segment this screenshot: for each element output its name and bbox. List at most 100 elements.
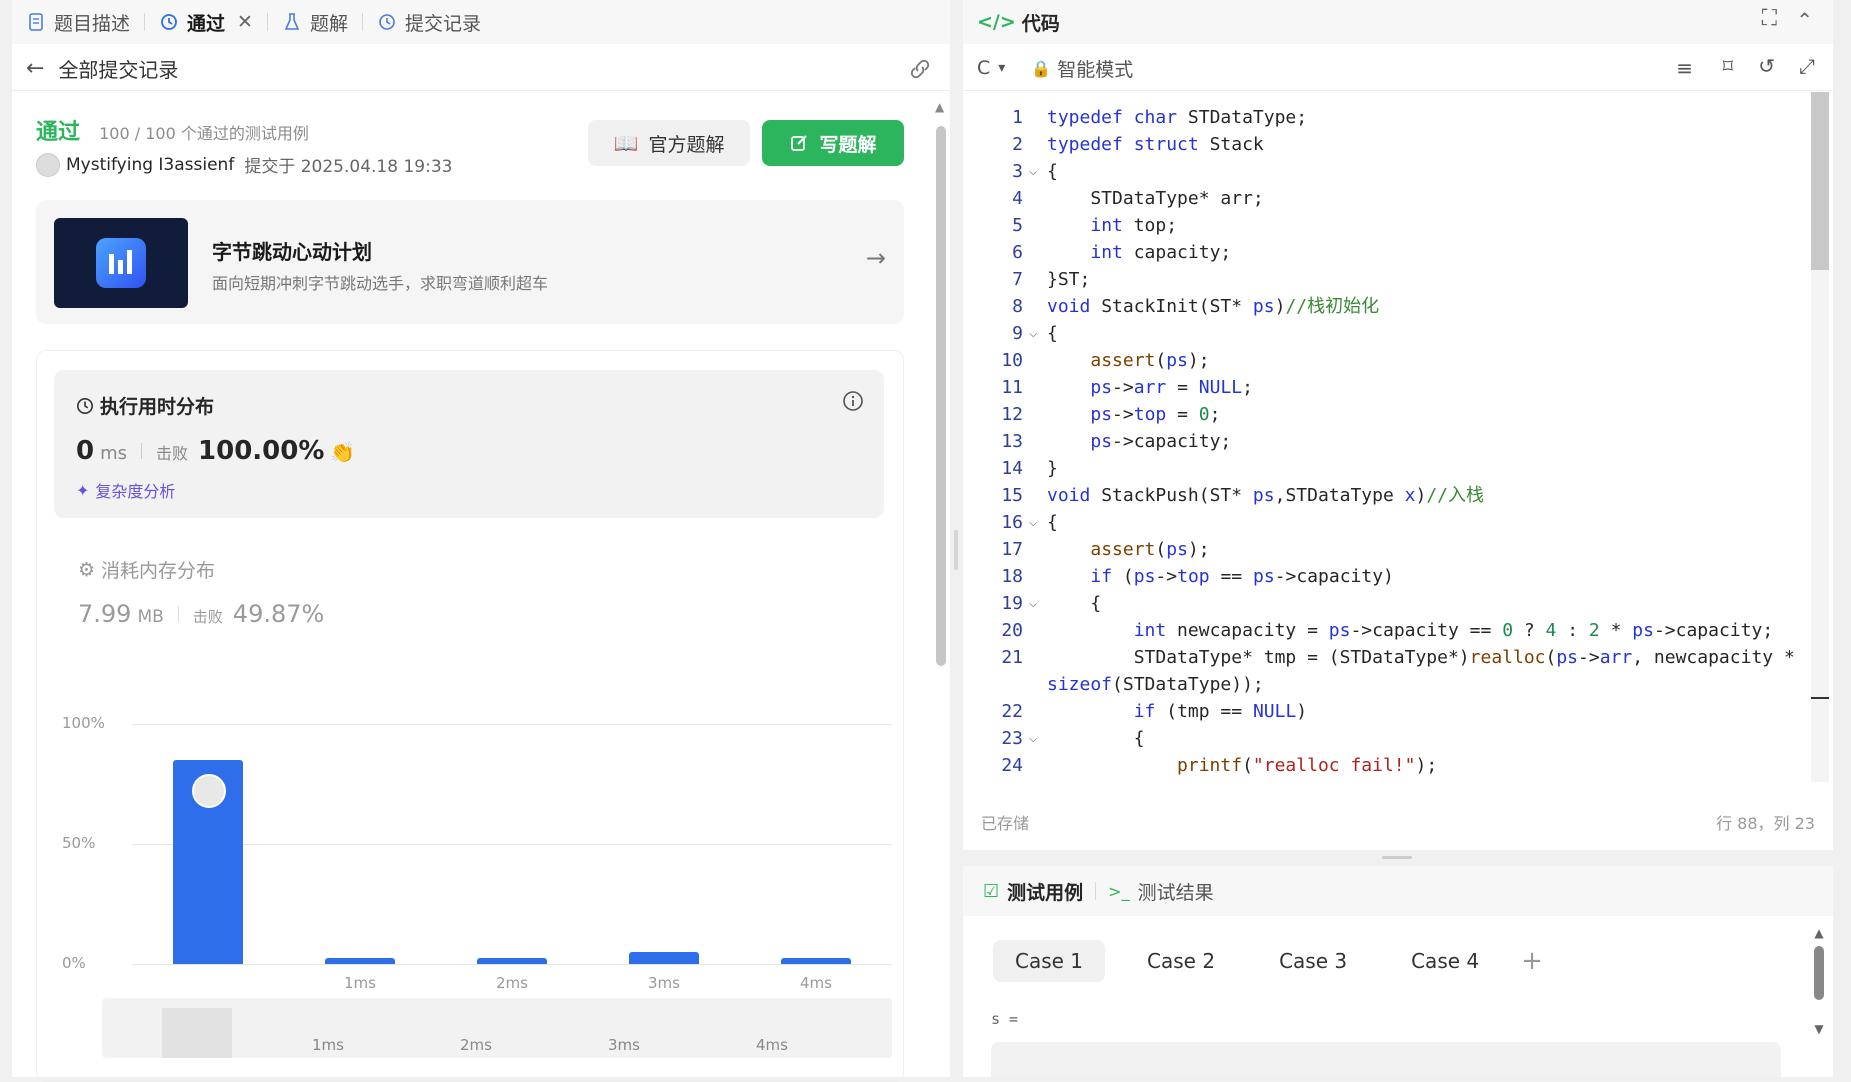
tab-testcases[interactable]: ☑ 测试用例 [983,878,1083,905]
bar-3ms[interactable] [629,952,699,964]
bookmark-icon[interactable]: ⌑ [1723,54,1733,78]
scroll-thumb[interactable] [1814,946,1824,1000]
line-number: 4 [1012,188,1023,209]
official-solution-button[interactable]: 📖 官方题解 [588,120,750,166]
code-editor[interactable]: 1 typedef char STDataType; 2 typedef struct… [963,104,1803,784]
status-text: 通过 [36,120,81,145]
tab-description[interactable]: 题目描述 [12,0,144,44]
fold-chevron-icon[interactable]: ⌵ [1029,509,1037,536]
memory-header[interactable]: ⚙ 消耗内存分布 [78,556,215,583]
avatar[interactable] [36,152,60,177]
code-text: if (ps->top == ps->capacity) [1090,566,1394,587]
mode-select[interactable]: 🔒 智能模式 [1031,55,1133,82]
vertical-resize-handle[interactable] [1382,856,1412,859]
tab-testcases-label: 测试用例 [1007,881,1084,904]
left-scrollbar[interactable]: ▲ [935,100,947,1077]
line-number: 9 [1012,323,1023,344]
sparkle-icon: ✦ [76,480,90,500]
edit-icon [791,135,808,151]
line-number: 23 [1001,728,1023,749]
scroll-thumb[interactable] [936,126,946,666]
panel-resize-handle[interactable] [954,530,958,570]
code-text: { [1047,593,1102,614]
complexity-link[interactable]: ✦ 复杂度分析 [76,478,175,502]
case-tabs: Case 1 Case 2 Case 3 Case 4 + [993,940,1543,982]
line-number: 5 [1012,215,1023,236]
tab-solutions[interactable]: 题解 [268,0,362,44]
left-panel: 题目描述 通过 ✕ 题解 提交记录 ← 全部提交记录 通过 100 / 100 … [12,0,950,1082]
lock-icon: 🔒 [1031,58,1052,78]
memory-beat: 49.87% [232,600,325,628]
line-number: 8 [1012,296,1023,317]
editor-scroll-thumb[interactable] [1811,92,1829,270]
fullscreen-icon[interactable]: ⛶ [1762,6,1777,31]
code-text: STDataType* arr; [1047,188,1264,209]
line-number: 22 [1001,701,1023,722]
status-row: 通过 100 / 100 个通过的测试用例 [36,114,309,146]
user-name[interactable]: Mystifying I3assienf [66,155,234,175]
bar-0ms[interactable] [173,760,243,964]
code-text: void StackPush(ST* ps,STDataType x)//入栈 [1047,485,1485,506]
case-tab-3[interactable]: Case 3 [1257,940,1369,982]
line-number: 6 [1012,242,1023,263]
bar-4ms[interactable] [781,958,851,964]
y-tick-label: 0% [62,954,86,972]
write-solution-label: 写题解 [819,133,877,156]
avatar [192,774,226,808]
mode-label: 智能模式 [1057,58,1134,81]
case-tab-1[interactable]: Case 1 [993,940,1106,982]
write-solution-button[interactable]: 写题解 [762,120,904,166]
code-title: 代码 [1021,12,1060,35]
gridline [132,844,892,845]
scroll-up-icon[interactable]: ▲ [1810,926,1828,940]
scroll-down-icon[interactable]: ▼ [1810,1022,1828,1036]
code-text: assert(ps); [1090,539,1210,560]
collapse-icon[interactable]: ⌃ [1796,8,1813,32]
case-tab-2[interactable]: Case 2 [1125,940,1237,982]
add-case-button[interactable]: + [1521,946,1543,976]
range-selector[interactable]: 1ms 2ms 3ms 4ms [102,998,892,1058]
link-icon[interactable] [908,58,932,80]
fold-chevron-icon[interactable]: ⌵ [1029,158,1037,185]
code-text: } [1047,458,1058,479]
param-input[interactable] [991,1042,1781,1077]
runtime-value: 0 [76,436,95,466]
test-scrollbar[interactable]: ▲ ▼ [1810,926,1828,1056]
line-number: 12 [1001,404,1023,425]
close-icon[interactable]: ✕ [237,11,253,33]
bar-2ms[interactable] [477,958,547,964]
complexity-label: 复杂度分析 [95,482,176,501]
info-icon[interactable] [842,390,864,412]
format-icon[interactable]: ≡ [1676,56,1693,80]
promo-card[interactable]: 字节跳动心动计划 面向短期冲刺字节跳动选手，求职弯道顺利超车 → [36,200,904,324]
x-tick-label: 3ms [648,974,680,992]
submission-subheader: ← 全部提交记录 [12,46,950,91]
code-toolbar: C ▾ 🔒 智能模式 ≡ ⌑ ↺ ⤢ [963,46,1833,91]
fold-chevron-icon[interactable]: ⌵ [1029,590,1037,617]
scroll-up-icon[interactable]: ▲ [935,100,944,114]
code-brackets-icon: </> [977,11,1016,33]
back-arrow-icon[interactable]: ← [26,56,44,81]
code-text: }ST; [1047,269,1091,290]
reset-icon[interactable]: ↺ [1758,54,1775,78]
code-text: typedef struct Stack [1047,134,1264,155]
line-number: 14 [1001,458,1023,479]
tab-passed[interactable]: 通过 ✕ [145,0,267,44]
fold-chevron-icon[interactable]: ⌵ [1029,725,1037,752]
tab-submissions[interactable]: 提交记录 [363,0,495,44]
language-select[interactable]: C ▾ [977,57,1005,79]
fold-chevron-icon[interactable]: ⌵ [1029,320,1037,347]
case-tab-4[interactable]: Case 4 [1389,940,1501,982]
tab-testresult[interactable]: >_ 测试结果 [1108,878,1213,905]
expand-icon[interactable]: ⤢ [1799,54,1815,78]
passed-cases: 100 / 100 个通过的测试用例 [99,124,309,143]
runtime-box[interactable]: 执行用时分布 0 ms 击败 100.00% 👏 ✦ 复杂度分析 [54,370,884,518]
code-text: ps->arr = NULL; [1090,377,1253,398]
editor-scrollbar[interactable] [1811,92,1829,782]
line-number: 13 [1001,431,1023,452]
line-number: 1 [1012,107,1023,128]
chevron-down-icon: ▾ [998,60,1006,76]
bar-1ms[interactable] [325,958,395,964]
y-tick-label: 50% [62,834,96,852]
arrow-right-icon: → [865,244,886,272]
